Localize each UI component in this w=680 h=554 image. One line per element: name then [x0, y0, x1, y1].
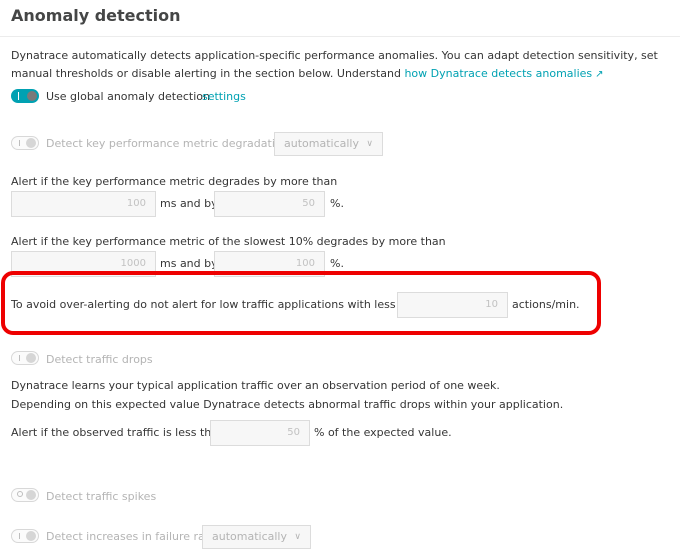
traffic-drops-desc-1: Dynatrace learns your typical applicatio…: [11, 379, 500, 392]
toggle-on-icon: [18, 92, 19, 100]
key-metric-label: Detect key performance metric degradatio…: [46, 137, 295, 150]
toggle-knob: [26, 531, 36, 541]
page-title: Anomaly detection: [11, 6, 181, 25]
title-divider: [0, 36, 680, 37]
traffic-drops-desc-2: Depending on this expected value Dynatra…: [11, 398, 564, 411]
intro-text: Dynatrace automatically detects applicat…: [11, 47, 671, 84]
toggle-knob: [27, 91, 37, 101]
key-metric-toggle[interactable]: [11, 136, 39, 150]
chevron-down-icon: ∨: [294, 532, 301, 542]
toggle-knob: [26, 490, 36, 500]
traffic-drops-toggle[interactable]: [11, 351, 39, 365]
traffic-drops-suffix: % of the expected value.: [314, 426, 452, 439]
traffic-drops-alert-label: Alert if the observed traffic is less th…: [11, 426, 225, 439]
traffic-spikes-toggle[interactable]: [11, 488, 39, 502]
failure-rate-mode-select[interactable]: automatically ∨: [202, 525, 311, 549]
toggle-knob: [26, 353, 36, 363]
rule1-percent-unit: %.: [330, 197, 344, 210]
toggle-off-icon: [17, 491, 23, 497]
key-metric-mode-value: automatically: [284, 137, 359, 150]
chevron-down-icon: ∨: [366, 139, 373, 149]
key-metric-mode-select[interactable]: automatically ∨: [274, 132, 383, 156]
traffic-spikes-label: Detect traffic spikes: [46, 490, 157, 503]
toggle-off-icon: [19, 140, 20, 146]
traffic-drops-input[interactable]: 50: [210, 420, 310, 446]
failure-rate-toggle[interactable]: [11, 529, 39, 543]
rule2-percent-unit: %.: [330, 257, 344, 270]
rule2-ms-and-by: ms and by: [160, 257, 218, 270]
external-link-icon[interactable]: ↗: [595, 69, 603, 80]
toggle-off-icon: [19, 355, 20, 361]
rule1-ms-and-by: ms and by: [160, 197, 218, 210]
settings-link[interactable]: settings: [202, 90, 246, 103]
rule1-label: Alert if the key performance metric degr…: [11, 175, 338, 188]
toggle-off-icon: [19, 533, 20, 539]
rule1-ms-input[interactable]: 100: [11, 191, 156, 217]
global-anomaly-label: Use global anomaly detection: [46, 90, 211, 103]
failure-rate-label: Detect increases in failure rate: [46, 530, 216, 543]
global-anomaly-toggle[interactable]: [11, 89, 39, 103]
help-link[interactable]: how Dynatrace detects anomalies: [404, 67, 592, 80]
rule1-percent-input[interactable]: 50: [214, 191, 325, 217]
highlight-box: [1, 271, 601, 335]
rule2-label: Alert if the key performance metric of t…: [11, 235, 446, 248]
toggle-knob: [26, 138, 36, 148]
failure-rate-mode-value: automatically: [212, 530, 287, 543]
traffic-drops-label: Detect traffic drops: [46, 353, 153, 366]
